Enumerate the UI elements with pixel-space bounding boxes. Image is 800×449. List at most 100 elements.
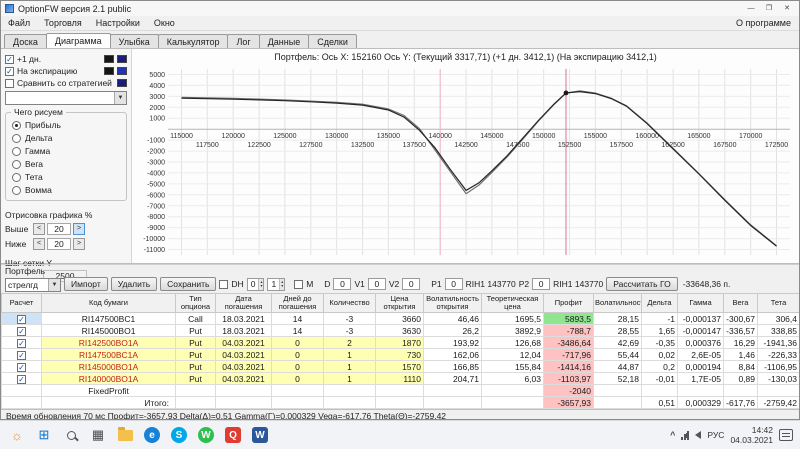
column-header[interactable]: Тип опциона — [176, 294, 216, 313]
file-explorer-icon[interactable] — [113, 423, 137, 447]
p1-input[interactable]: 0 — [445, 278, 463, 290]
line-color-swatch[interactable] — [104, 67, 114, 75]
render-percent-value[interactable]: 20 — [47, 223, 71, 235]
table-row[interactable]: ✓RI145000BO1APut04.03.2021011570166,8515… — [2, 361, 800, 373]
line-color-swatch[interactable] — [104, 55, 114, 63]
row-checkbox[interactable]: ✓ — [17, 351, 26, 360]
close-button[interactable]: ✕ — [779, 3, 795, 14]
radio-дельта[interactable] — [12, 134, 21, 143]
m-checkbox[interactable] — [294, 280, 303, 289]
table-row[interactable]: ✓RI140000BO1APut04.03.2021011110204,716,… — [2, 373, 800, 385]
column-header[interactable]: Цена открытия — [376, 294, 424, 313]
weather-icon[interactable]: ☼ — [5, 423, 29, 447]
radio-вомма[interactable] — [12, 186, 21, 195]
row-checkbox[interactable]: ✓ — [17, 315, 26, 324]
column-header[interactable]: Волатильность — [594, 294, 642, 313]
tab-сделки[interactable]: Сделки — [308, 34, 357, 48]
start-button[interactable]: ⊞ — [32, 423, 56, 447]
column-header[interactable]: Вега — [724, 294, 758, 313]
menu-about[interactable]: О программе — [728, 17, 799, 29]
tab-доска[interactable]: Доска — [4, 34, 47, 48]
column-header[interactable]: Профит — [544, 294, 594, 313]
compare-strategy-combo[interactable]: ▼ — [5, 91, 127, 105]
q-app-icon[interactable]: Q — [221, 423, 245, 447]
table-row[interactable]: FixedProfit-2040 — [2, 385, 800, 397]
dh-spinner[interactable]: 1▴▾ — [267, 278, 285, 291]
column-header[interactable]: Теоретическая цена — [482, 294, 544, 313]
dh-spinner[interactable]: 0▴▾ — [247, 278, 265, 291]
minimize-button[interactable]: — — [743, 3, 759, 14]
row-checkbox[interactable]: ✓ — [17, 363, 26, 372]
radio-тета[interactable] — [12, 173, 21, 182]
payoff-chart[interactable]: 50004000300020001000-1000-2000-3000-4000… — [134, 64, 796, 260]
d-input[interactable]: 0 — [333, 278, 351, 290]
spin-down-button[interactable]: < — [33, 238, 45, 250]
menu-item-окно[interactable]: Окно — [147, 17, 182, 29]
line-color-swatch[interactable] — [117, 79, 127, 87]
column-header[interactable]: Волатильность открытия — [424, 294, 482, 313]
radio-вега[interactable] — [12, 160, 21, 169]
chevron-down-icon[interactable]: ▼ — [48, 279, 60, 291]
v2-input[interactable]: 0 — [402, 278, 420, 290]
skype-icon[interactable]: S — [167, 423, 191, 447]
tab-улыбка[interactable]: Улыбка — [110, 34, 159, 48]
menu-item-настройки[interactable]: Настройки — [89, 17, 147, 29]
line-color-swatch[interactable] — [117, 55, 127, 63]
column-header[interactable]: Код бумаги — [42, 294, 176, 313]
tray-chevron-icon[interactable]: ^ — [670, 430, 675, 440]
line-toggle-checkbox[interactable]: ✓ — [5, 67, 14, 76]
volume-icon[interactable] — [695, 431, 701, 439]
column-header[interactable]: Гамма — [678, 294, 724, 313]
column-header[interactable]: Расчет — [2, 294, 42, 313]
tab-калькулятор[interactable]: Калькулятор — [158, 34, 229, 48]
radio-прибыль[interactable] — [12, 121, 21, 130]
chevron-down-icon[interactable]: ▼ — [114, 92, 126, 104]
line-color-swatch[interactable] — [117, 67, 127, 75]
save-button[interactable]: Сохранить — [160, 277, 216, 291]
tab-данные[interactable]: Данные — [259, 34, 310, 48]
svg-text:120000: 120000 — [222, 133, 245, 140]
table-row[interactable]: ✓RI147500BC1Call18.03.202114-3366046,461… — [2, 313, 800, 325]
radio-гамма[interactable] — [12, 147, 21, 156]
language-indicator[interactable]: РУС — [707, 430, 724, 440]
cell-delta: -0,01 — [642, 373, 678, 385]
table-row[interactable]: ✓RI147500BC1APut04.03.202101730162,0612,… — [2, 349, 800, 361]
spin-up-button[interactable]: > — [73, 238, 85, 250]
render-percent-value[interactable]: 20 — [47, 238, 71, 250]
import-button[interactable]: Импорт — [64, 277, 108, 291]
cell-profit: 5893,5 — [544, 313, 594, 325]
edge-icon[interactable]: e — [140, 423, 164, 447]
word-icon[interactable]: W — [248, 423, 272, 447]
spin-down-button[interactable]: < — [33, 223, 45, 235]
table-row[interactable]: Итого:-3657,930,510,000329-617,76-2759,4… — [2, 397, 800, 409]
menu-item-файл[interactable]: Файл — [1, 17, 37, 29]
clock[interactable]: 14:42 04.03.2021 — [730, 425, 773, 445]
maximize-button[interactable]: ❐ — [761, 3, 777, 14]
row-checkbox[interactable]: ✓ — [17, 339, 26, 348]
menu-item-торговля[interactable]: Торговля — [37, 17, 89, 29]
line-toggle-checkbox[interactable]: ✓ — [5, 55, 14, 64]
row-checkbox[interactable]: ✓ — [17, 327, 26, 336]
spin-up-button[interactable]: > — [73, 223, 85, 235]
tab-лог[interactable]: Лог — [227, 34, 259, 48]
v1-input[interactable]: 0 — [368, 278, 386, 290]
column-header[interactable]: Тета — [758, 294, 800, 313]
whatsapp-icon[interactable]: W — [194, 423, 218, 447]
task-view-icon[interactable]: ▦ — [86, 423, 110, 447]
tab-диаграмма[interactable]: Диаграмма — [46, 33, 111, 48]
p2-input[interactable]: 0 — [532, 278, 550, 290]
strategy-select[interactable]: стрелгд ▼ — [5, 278, 61, 292]
table-row[interactable]: ✓RI145000BO1Put18.03.202114-3363026,2389… — [2, 325, 800, 337]
column-header[interactable]: Дата погашения — [216, 294, 272, 313]
delete-button[interactable]: Удалить — [111, 277, 157, 291]
column-header[interactable]: Дельта — [642, 294, 678, 313]
search-icon[interactable] — [59, 423, 83, 447]
table-row[interactable]: ✓RI142500BO1APut04.03.2021021870193,9212… — [2, 337, 800, 349]
line-toggle-checkbox[interactable] — [5, 79, 14, 88]
calc-margin-button[interactable]: Рассчитать ГО — [606, 277, 677, 291]
column-header[interactable]: Дней до погашения — [272, 294, 324, 313]
row-checkbox[interactable]: ✓ — [17, 375, 26, 384]
column-header[interactable]: Количество — [324, 294, 376, 313]
notification-center-icon[interactable] — [779, 429, 793, 441]
dh-checkbox[interactable] — [219, 280, 228, 289]
